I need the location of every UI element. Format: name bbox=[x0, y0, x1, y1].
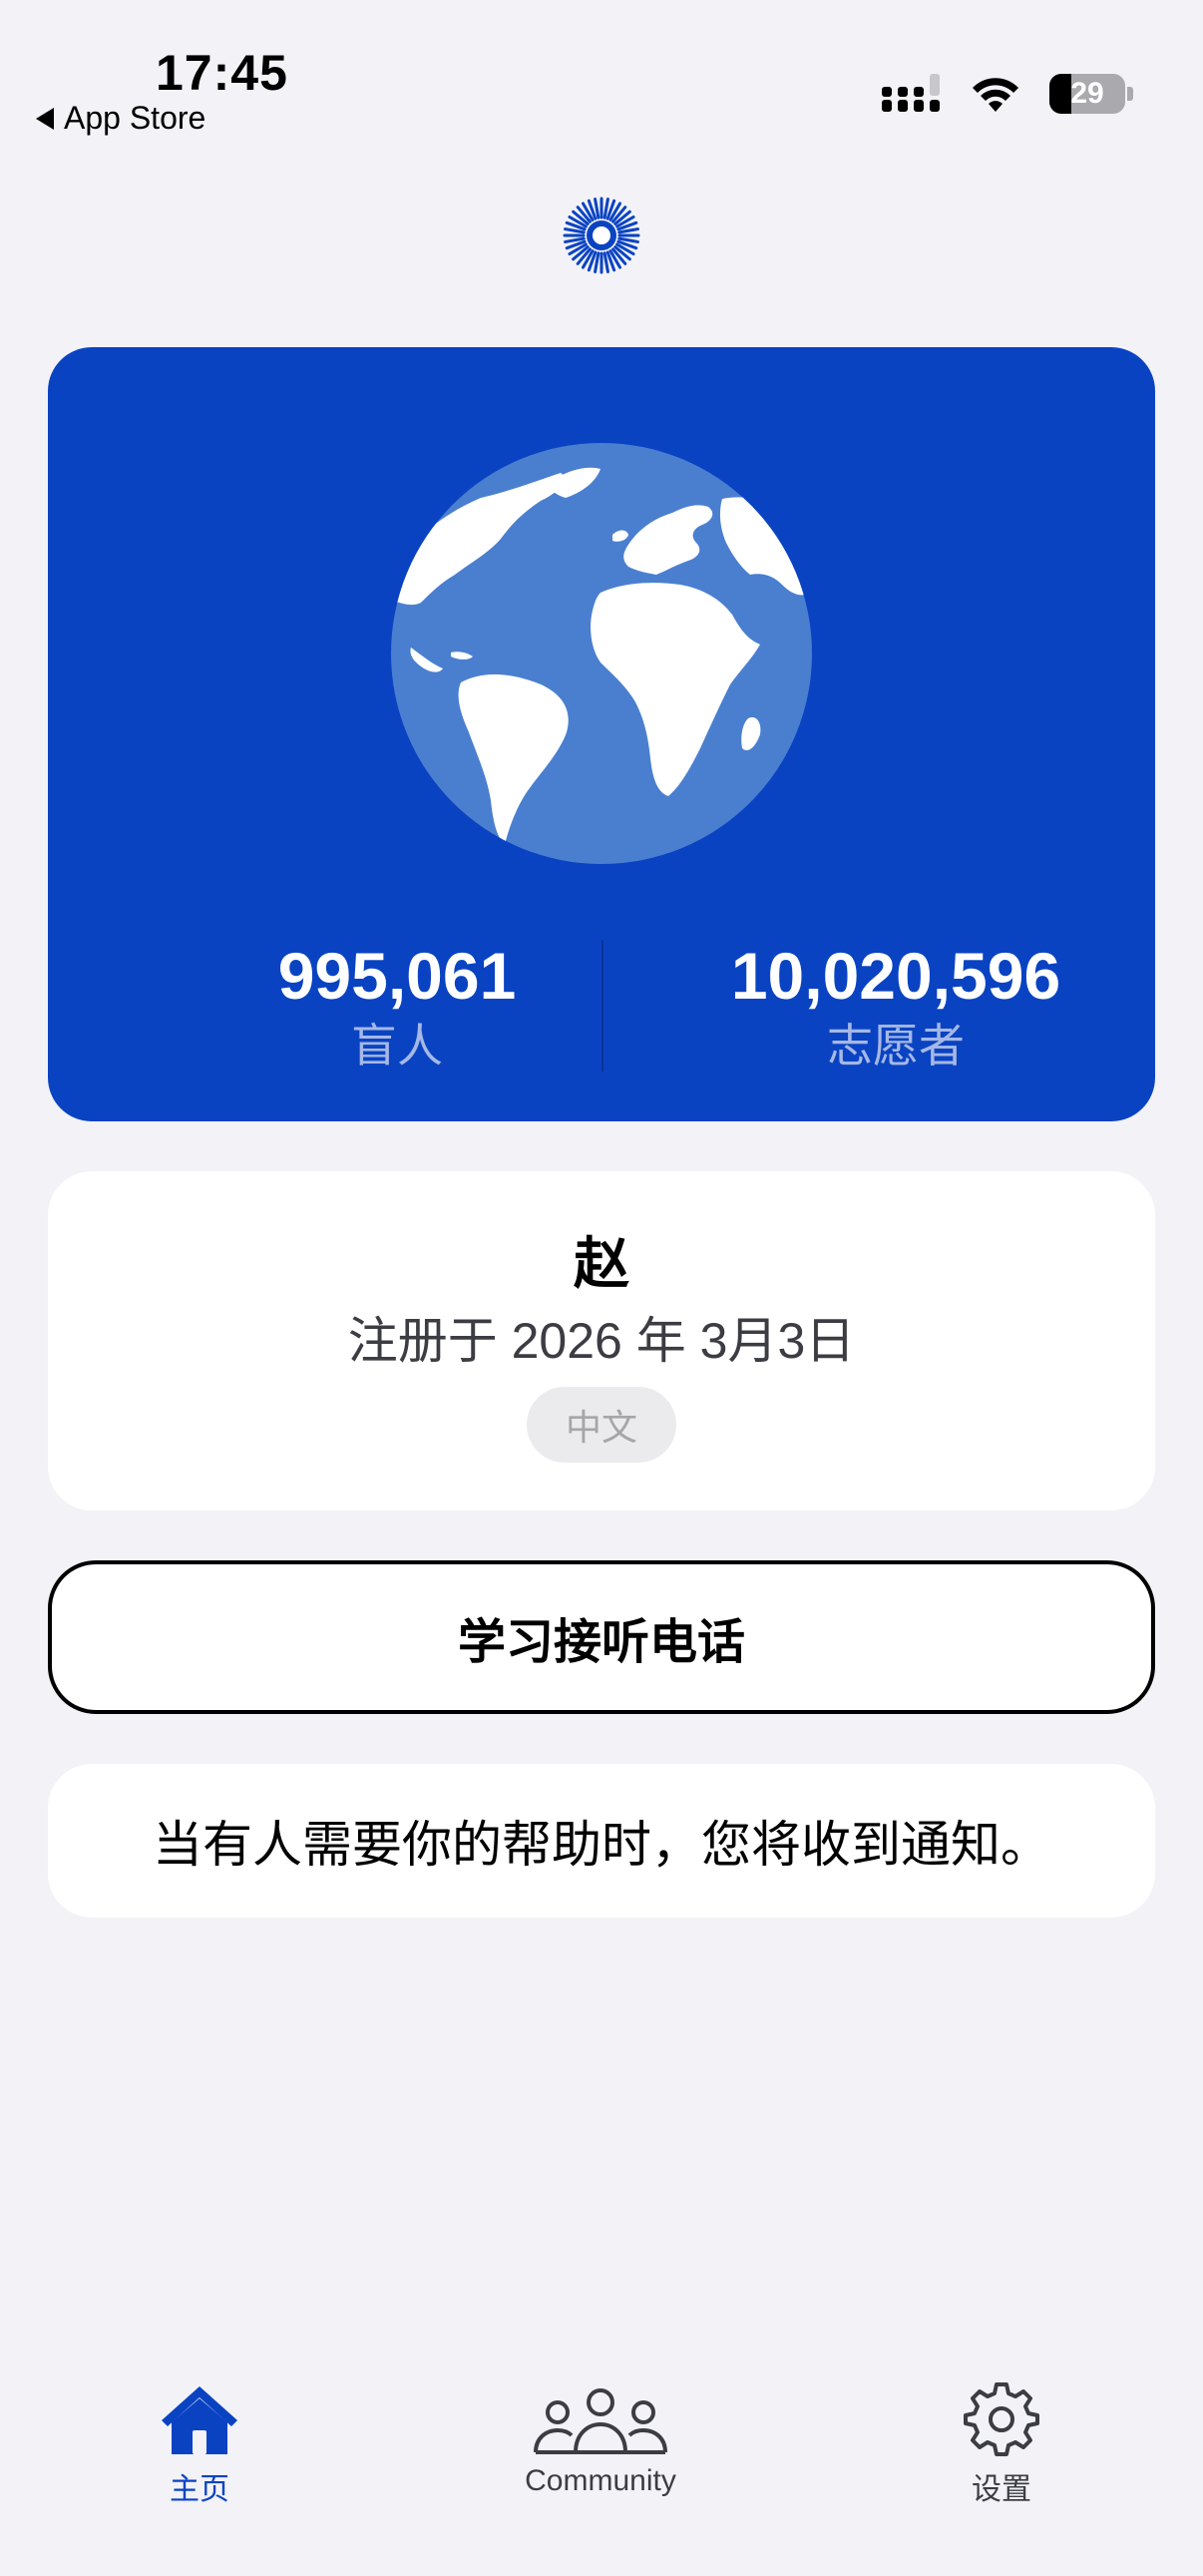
tab-settings-label: 设置 bbox=[972, 2473, 1031, 2506]
language-badge: 中文 bbox=[527, 1387, 676, 1463]
battery-indicator: 29 bbox=[1049, 74, 1133, 114]
tab-bar: 主页 Community 设置 bbox=[0, 2370, 1203, 2520]
status-indicators: 29 bbox=[882, 74, 1133, 114]
volunteer-count: 10,020,596 bbox=[730, 939, 1061, 1013]
blind-users-stat: 995,061 盲人 bbox=[188, 936, 606, 1075]
stats-row: 995,061 盲人 10,020,596 志愿者 bbox=[48, 936, 1155, 1085]
volunteer-label: 志愿者 bbox=[827, 1020, 965, 1072]
home-icon bbox=[162, 2386, 237, 2454]
community-stats-card: 995,061 盲人 10,020,596 志愿者 bbox=[48, 347, 1155, 1121]
tab-settings[interactable]: 设置 bbox=[882, 2370, 1121, 2508]
registration-date: 注册于 2026 年 3月3日 bbox=[347, 1313, 856, 1369]
tab-community[interactable]: Community bbox=[481, 2370, 720, 2498]
wifi-icon bbox=[973, 78, 1018, 112]
battery-level: 29 bbox=[1070, 77, 1104, 110]
app-screen: 17:45 App Store 29 995,061 盲人 10,020,596… bbox=[0, 0, 1203, 2576]
tab-community-label: Community bbox=[525, 2464, 676, 2497]
status-time: 17:45 bbox=[156, 45, 288, 101]
back-arrow-icon bbox=[36, 107, 54, 130]
blind-count: 995,061 bbox=[277, 939, 517, 1013]
tab-home[interactable]: 主页 bbox=[80, 2370, 319, 2508]
cellular-signal-icon bbox=[882, 74, 940, 112]
globe-icon bbox=[391, 443, 812, 864]
user-name: 赵 bbox=[574, 1232, 629, 1295]
tab-home-label: 主页 bbox=[170, 2473, 229, 2506]
app-logo-icon bbox=[563, 197, 640, 274]
volunteers-stat: 10,020,596 志愿者 bbox=[686, 936, 1105, 1075]
back-to-app-store[interactable]: App Store bbox=[36, 100, 205, 137]
profile-card: 赵 注册于 2026 年 3月3日 中文 bbox=[48, 1171, 1155, 1510]
learn-answer-call-button[interactable]: 学习接听电话 bbox=[48, 1560, 1155, 1714]
community-icon bbox=[534, 2388, 667, 2454]
notification-notice: 当有人需要你的帮助时，您将收到通知。 bbox=[48, 1764, 1155, 1918]
stats-divider bbox=[602, 940, 603, 1072]
gear-icon bbox=[964, 2382, 1039, 2456]
blind-label: 盲人 bbox=[351, 1020, 443, 1072]
back-app-label: App Store bbox=[64, 100, 206, 136]
